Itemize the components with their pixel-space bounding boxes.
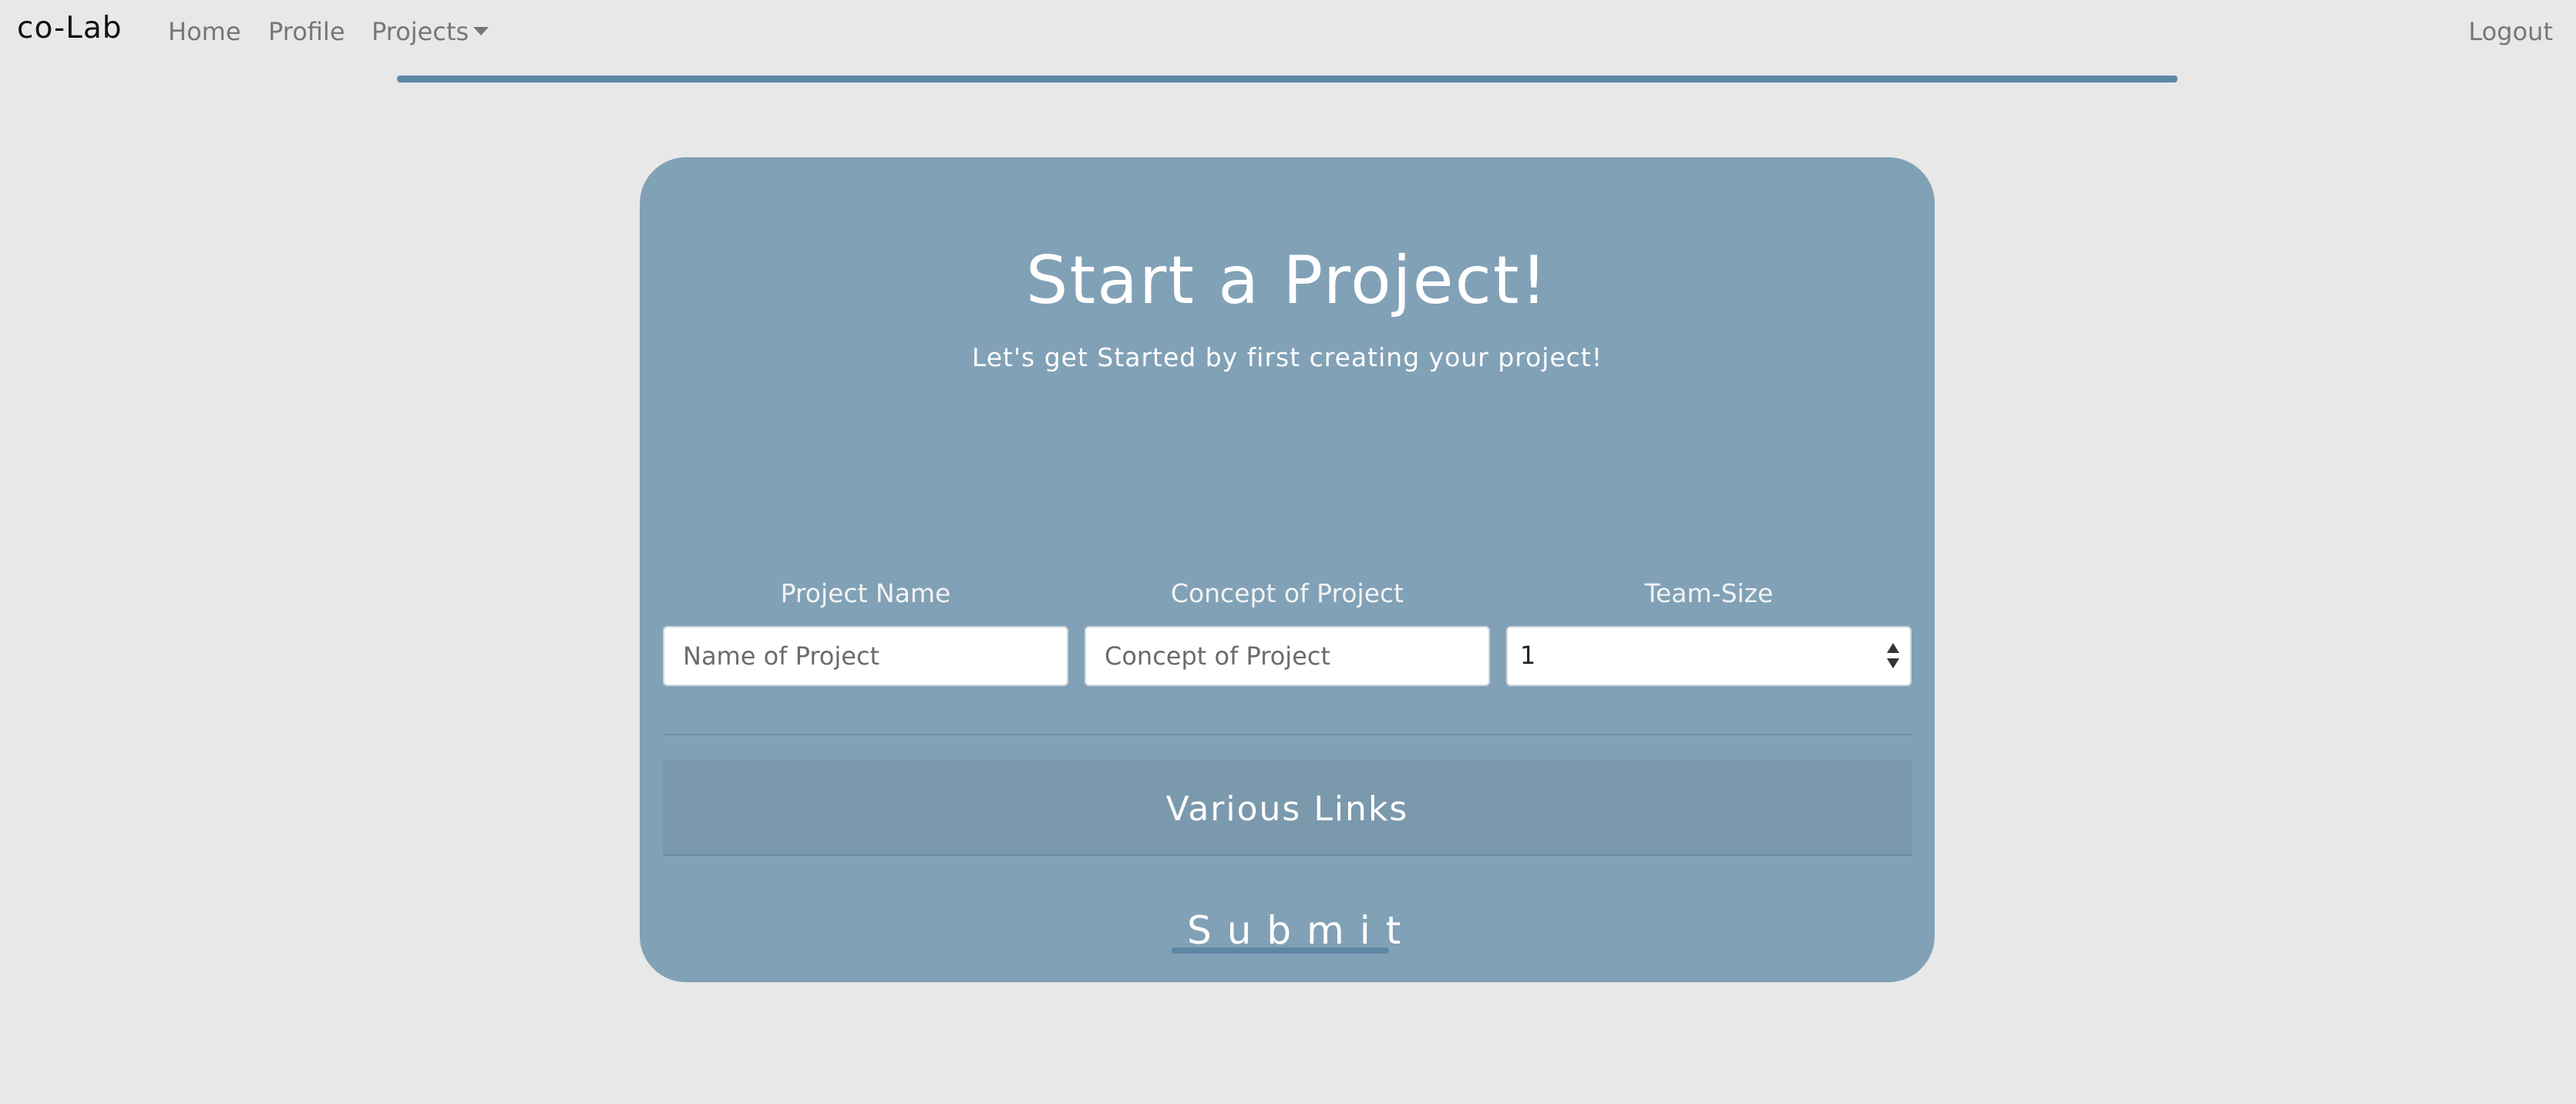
select-arrows-icon: [1887, 643, 1901, 672]
nav-projects-dropdown[interactable]: Projects: [372, 17, 489, 46]
nav-profile-link[interactable]: Profile: [268, 17, 345, 46]
concept-input[interactable]: [1085, 626, 1490, 686]
concept-label: Concept of Project: [1170, 578, 1404, 608]
nav-home-link[interactable]: Home: [168, 17, 241, 46]
form-divider: [663, 734, 1912, 735]
team-size-value: 1: [1520, 641, 1536, 670]
submit-underline: [1172, 947, 1389, 954]
various-links-panel[interactable]: Various Links: [663, 760, 1912, 856]
team-size-select[interactable]: 1: [1506, 626, 1912, 686]
start-project-card: Start a Project! Let's get Started by fi…: [640, 157, 1935, 982]
header-divider: [397, 76, 2177, 82]
page-title: Start a Project!: [1025, 242, 1549, 319]
nav-projects-label: Projects: [372, 17, 469, 46]
page-subtitle: Let's get Started by first creating your…: [971, 342, 1603, 372]
project-name-label: Project Name: [780, 578, 951, 608]
team-size-label: Team-Size: [1644, 578, 1774, 608]
navbar: co-Lab Home Profile Projects Logout: [0, 0, 2576, 66]
project-name-input[interactable]: [663, 626, 1068, 686]
nav-logout-link[interactable]: Logout: [2468, 17, 2553, 46]
brand-logo[interactable]: co-Lab: [17, 11, 122, 45]
caret-down-icon: [473, 26, 489, 35]
various-links-title: Various Links: [1165, 789, 1409, 829]
